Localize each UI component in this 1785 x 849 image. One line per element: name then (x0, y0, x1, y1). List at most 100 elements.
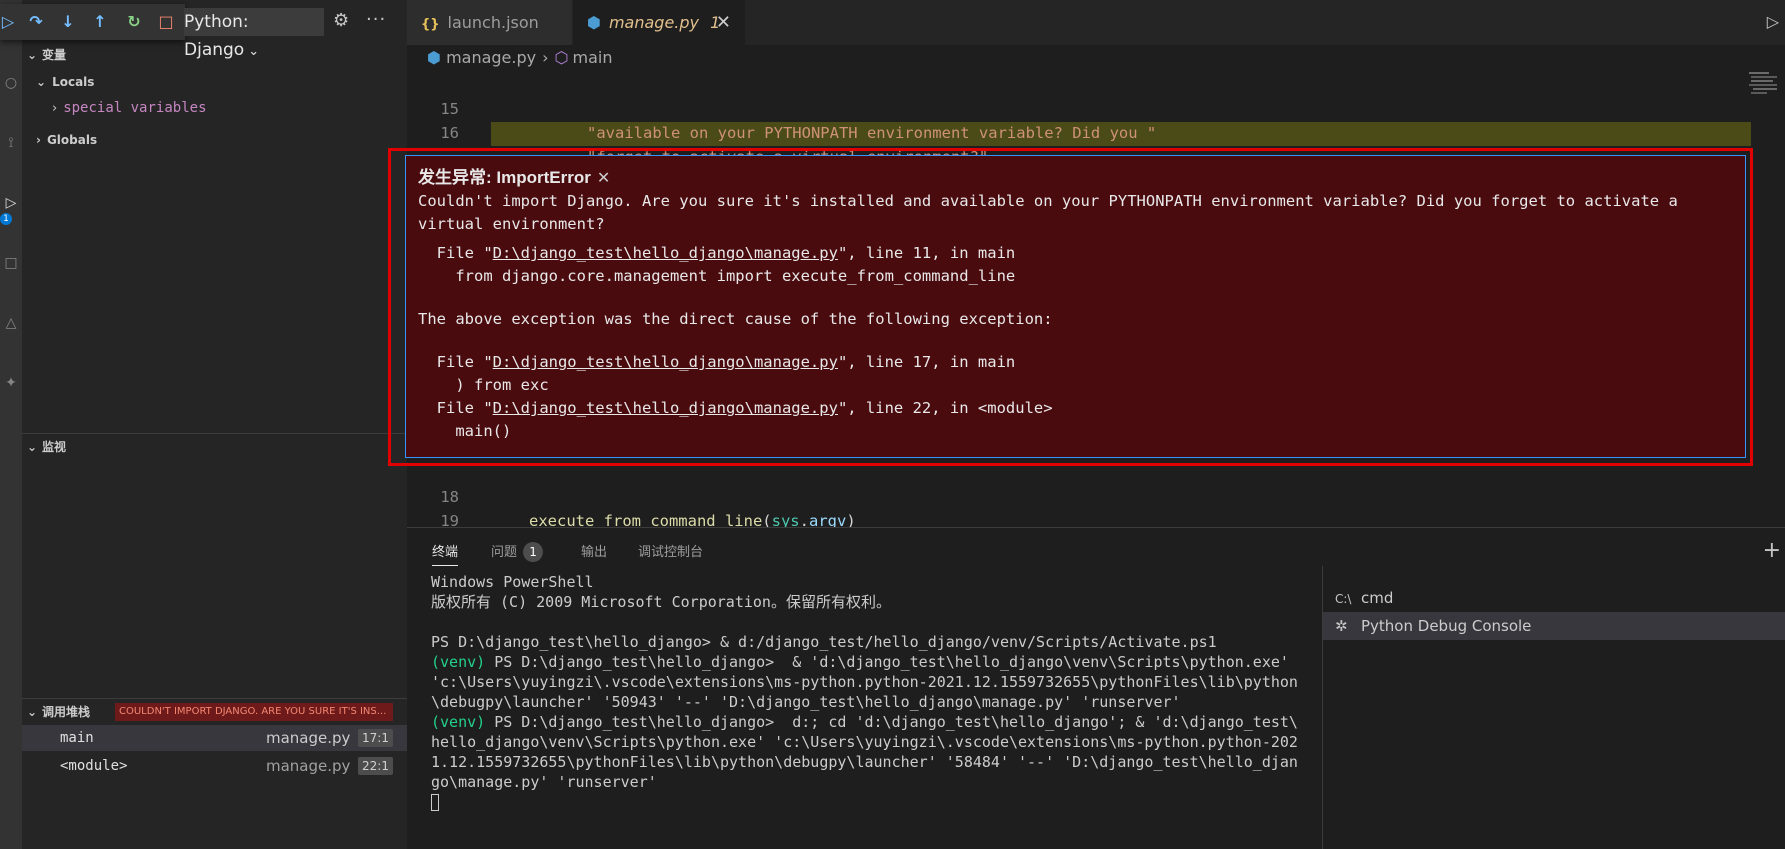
chevron-down-icon: ⌄ (26, 705, 38, 719)
step-over-icon[interactable]: ↷ (24, 10, 48, 34)
frame-name: <module> (60, 758, 128, 774)
trace-line: File "D:\django_test\hello_django\manage… (418, 242, 1733, 265)
tab-label: manage.py (608, 13, 700, 32)
tab-output[interactable]: 输出 (581, 540, 607, 566)
run-debug-icon[interactable]: ▷ (0, 192, 22, 214)
tab-problems-label: 问题 (491, 545, 518, 560)
debug-config-select[interactable]: Python: Django ⌄ (184, 8, 324, 60)
close-icon[interactable]: ✕ (716, 0, 731, 45)
minimap[interactable] (1747, 70, 1781, 130)
tab-label: launch.json (447, 13, 539, 32)
watch-header[interactable]: ⌄ 监视 (22, 436, 407, 458)
stop-icon[interactable]: □ (154, 10, 178, 34)
bottom-panel: 终端 问题 1 输出 调试控制台 + Windows PowerShell 版权所有… (407, 527, 1785, 849)
chevron-down-icon: ⌄ (26, 48, 38, 62)
stack-frame[interactable]: <module> manage.py 22:1 (22, 753, 407, 779)
exception-message: virtual environment? (418, 215, 605, 233)
frame-file: manage.py (266, 757, 351, 775)
symbol-method-icon: ⬡ (554, 48, 569, 67)
tab-problems[interactable]: 问题 1 (491, 540, 544, 566)
tab-manage-py[interactable]: ⬢ manage.py 1 ✕ (573, 0, 745, 45)
stack-frame[interactable]: main manage.py 17:1 (22, 725, 407, 751)
breadcrumb: ⬢ manage.py › ⬡ main (427, 47, 612, 69)
exception-message: Couldn't import Django. Are you sure it'… (418, 192, 1678, 210)
globals-label: Globals (46, 133, 98, 147)
chevron-right-icon: › (542, 48, 549, 67)
code-line: 19 (407, 485, 1747, 530)
venv-prefix: (venv) (431, 653, 486, 671)
trace-text: File " (418, 244, 493, 262)
chevron-down-icon: ⌄ (248, 44, 260, 59)
editor-tabs: {} launch.json ⬢ manage.py 1 ✕ ▷ (407, 0, 1785, 45)
terminal-instance-cmd[interactable]: C:\ cmd (1323, 584, 1785, 612)
gear-icon[interactable]: ⚙ (333, 10, 349, 31)
trace-file-link[interactable]: D:\django_test\hello_django\manage.py (493, 244, 838, 262)
code-line: 15 "available on your PYTHONPATH environ… (407, 73, 1747, 142)
terminal-cmd-icon: C:\ (1335, 592, 1352, 606)
close-icon[interactable]: ✕ (597, 170, 610, 187)
locals-label: Locals (52, 75, 95, 89)
breadcrumb-symbol[interactable]: main (572, 48, 612, 67)
terminal-cursor (431, 794, 439, 811)
search-icon[interactable]: ○ (0, 72, 22, 94)
debug-toolbar: ▷ ↷ ↓ ↑ ↻ □ (0, 4, 185, 40)
exception-body: Couldn't import Django. Are you sure it'… (418, 190, 1733, 443)
new-terminal-icon[interactable]: + (1763, 538, 1781, 563)
terminal-text: PS D:\django_test\hello_django> d:; cd '… (485, 713, 1298, 731)
json-file-icon: {} (421, 17, 440, 32)
terminal-instance-label: Python Debug Console (1361, 617, 1532, 635)
problems-count-badge: 1 (523, 542, 544, 562)
venv-prefix: (venv) (431, 713, 486, 731)
variables-header-label: 变量 (42, 48, 67, 62)
watch-header-label: 监视 (42, 440, 67, 454)
source-control-icon[interactable]: ⟟ (0, 132, 22, 154)
section-divider (22, 698, 407, 699)
activity-badge: 1 (0, 213, 12, 225)
continue-icon[interactable]: ▷ (0, 10, 20, 34)
code-line: 16 "forget to activate a virtual environ… (407, 97, 1747, 166)
trace-file-link[interactable]: D:\django_test\hello_django\manage.py (493, 353, 838, 371)
exception-title-text: 发生异常: ImportError (418, 168, 591, 187)
chevron-right-icon: › (36, 133, 41, 147)
special-variables-label: special variables (63, 100, 207, 116)
more-actions-icon[interactable]: ··· (366, 9, 386, 30)
trace-text: File " (418, 399, 493, 417)
chevron-down-icon: ⌄ (36, 75, 47, 89)
trace-file-link[interactable]: D:\django_test\hello_django\manage.py (493, 399, 838, 417)
trace-line: File "D:\django_test\hello_django\manage… (418, 397, 1733, 420)
chevron-down-icon: ⌄ (26, 440, 38, 454)
run-file-icon[interactable]: ▷ (1767, 12, 1779, 31)
exception-widget: 发生异常: ImportError ✕ Couldn't import Djang… (405, 155, 1746, 458)
trace-code: ) from exc (418, 376, 549, 394)
debug-sidebar: ⌄ 变量 ⌄ Locals › special variables › Globals … (22, 0, 407, 849)
trace-text: File " (418, 353, 493, 371)
step-out-icon[interactable]: ↑ (88, 10, 112, 34)
code-line: 17 ) from exc (407, 122, 1747, 262)
special-variables-row[interactable]: › special variables (52, 95, 207, 121)
extensions-icon[interactable]: □ (0, 252, 22, 274)
tab-debug-console[interactable]: 调试控制台 (638, 540, 703, 566)
frame-position: 22:1 (358, 757, 393, 775)
terminal-instance-list: C:\ cmd ✲ Python Debug Console (1322, 566, 1785, 849)
globals-scope[interactable]: › Globals (36, 127, 97, 153)
debug-icon: ✲ (1335, 617, 1348, 635)
restart-icon[interactable]: ↻ (122, 10, 146, 34)
trace-line: File "D:\django_test\hello_django\manage… (418, 351, 1733, 374)
locals-scope[interactable]: ⌄ Locals (36, 69, 94, 95)
activity-bar: ○ ⟟ ▷ 1 □ △ ✦ (0, 0, 22, 849)
trace-code: from django.core.management import execu… (418, 267, 1016, 285)
terminal-instance-debug-console[interactable]: ✲ Python Debug Console (1323, 612, 1785, 640)
section-divider (22, 433, 407, 434)
tab-launch-json[interactable]: {} launch.json (407, 0, 572, 45)
breadcrumb-file[interactable]: manage.py (446, 48, 536, 67)
remote-icon[interactable]: ✦ (0, 372, 22, 394)
testing-icon[interactable]: △ (0, 312, 22, 334)
step-into-icon[interactable]: ↓ (56, 10, 80, 34)
exception-cause: The above exception was the direct cause… (418, 310, 1053, 328)
frame-name: main (60, 730, 94, 746)
frame-position: 17:1 (358, 729, 393, 747)
callstack-header-label: 调用堆栈 (42, 705, 91, 719)
debug-config-label: Python: Django (184, 12, 249, 60)
trace-text: ", line 17, in main (837, 353, 1016, 371)
tab-terminal[interactable]: 终端 (432, 540, 459, 566)
